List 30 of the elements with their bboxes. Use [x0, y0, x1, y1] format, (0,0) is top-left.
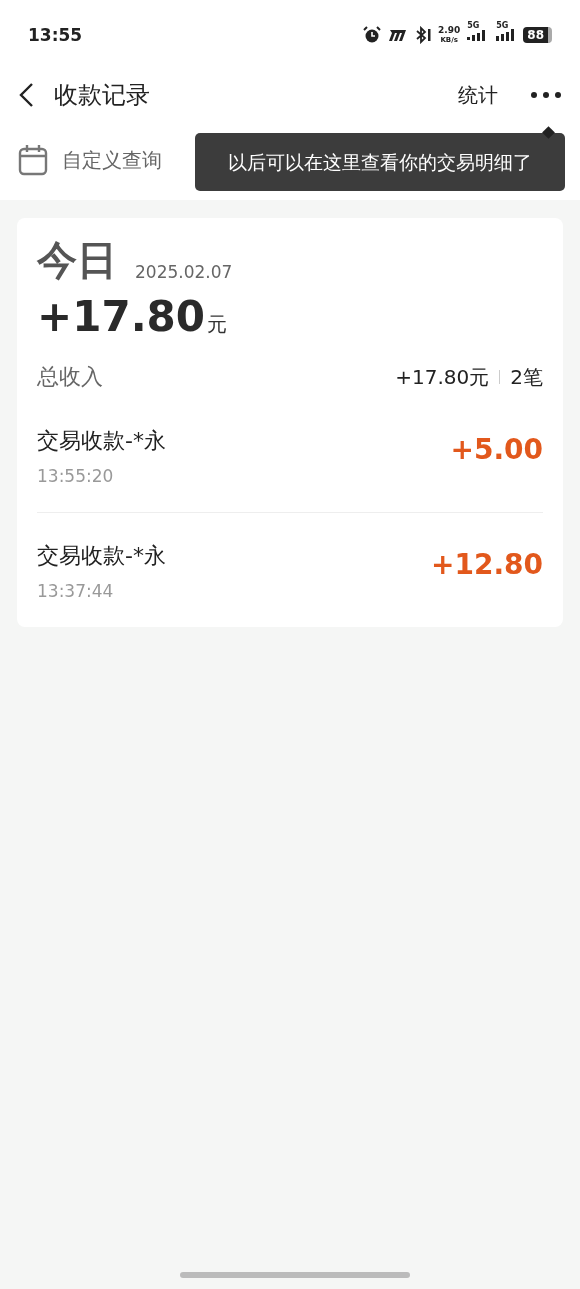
network-type: 5G	[467, 21, 480, 30]
status-time: 13:55	[28, 25, 83, 45]
total-income: +17.80元	[395, 363, 490, 391]
bluetooth-icon	[415, 26, 432, 44]
transaction-count: 2笔	[510, 363, 543, 391]
currency-unit: 元	[207, 311, 228, 338]
statistics-button[interactable]: 统计	[458, 81, 498, 109]
total-income-label: 总收入	[37, 363, 104, 391]
network-type: 5G	[496, 21, 509, 30]
transaction-time: 13:37:44	[37, 581, 115, 601]
network-speed: 2.90	[438, 25, 461, 35]
more-icon[interactable]	[530, 91, 562, 99]
back-icon[interactable]	[18, 82, 34, 108]
day-label: 今日	[37, 236, 117, 284]
transaction-amount: +12.80	[430, 547, 543, 581]
total-amount: +17.80	[37, 292, 206, 342]
battery-level: 88	[523, 27, 552, 43]
transaction-title: 交易收款-*永	[37, 542, 166, 570]
transaction-amount: +5.00	[450, 432, 543, 466]
tooltip-text: 以后可以在这里查看你的交易明细了	[228, 150, 532, 175]
tooltip-pointer	[542, 126, 555, 139]
network-icon	[388, 28, 409, 42]
calendar-icon	[18, 144, 48, 176]
page-title: 收款记录	[54, 80, 151, 111]
signal-icon	[496, 29, 517, 41]
alarm-icon	[363, 26, 382, 44]
transaction-title: 交易收款-*永	[37, 427, 166, 455]
date-text: 2025.02.07	[135, 262, 233, 284]
transaction-time: 13:55:20	[37, 466, 115, 486]
custom-query-button[interactable]: 自定义查询	[18, 144, 162, 176]
